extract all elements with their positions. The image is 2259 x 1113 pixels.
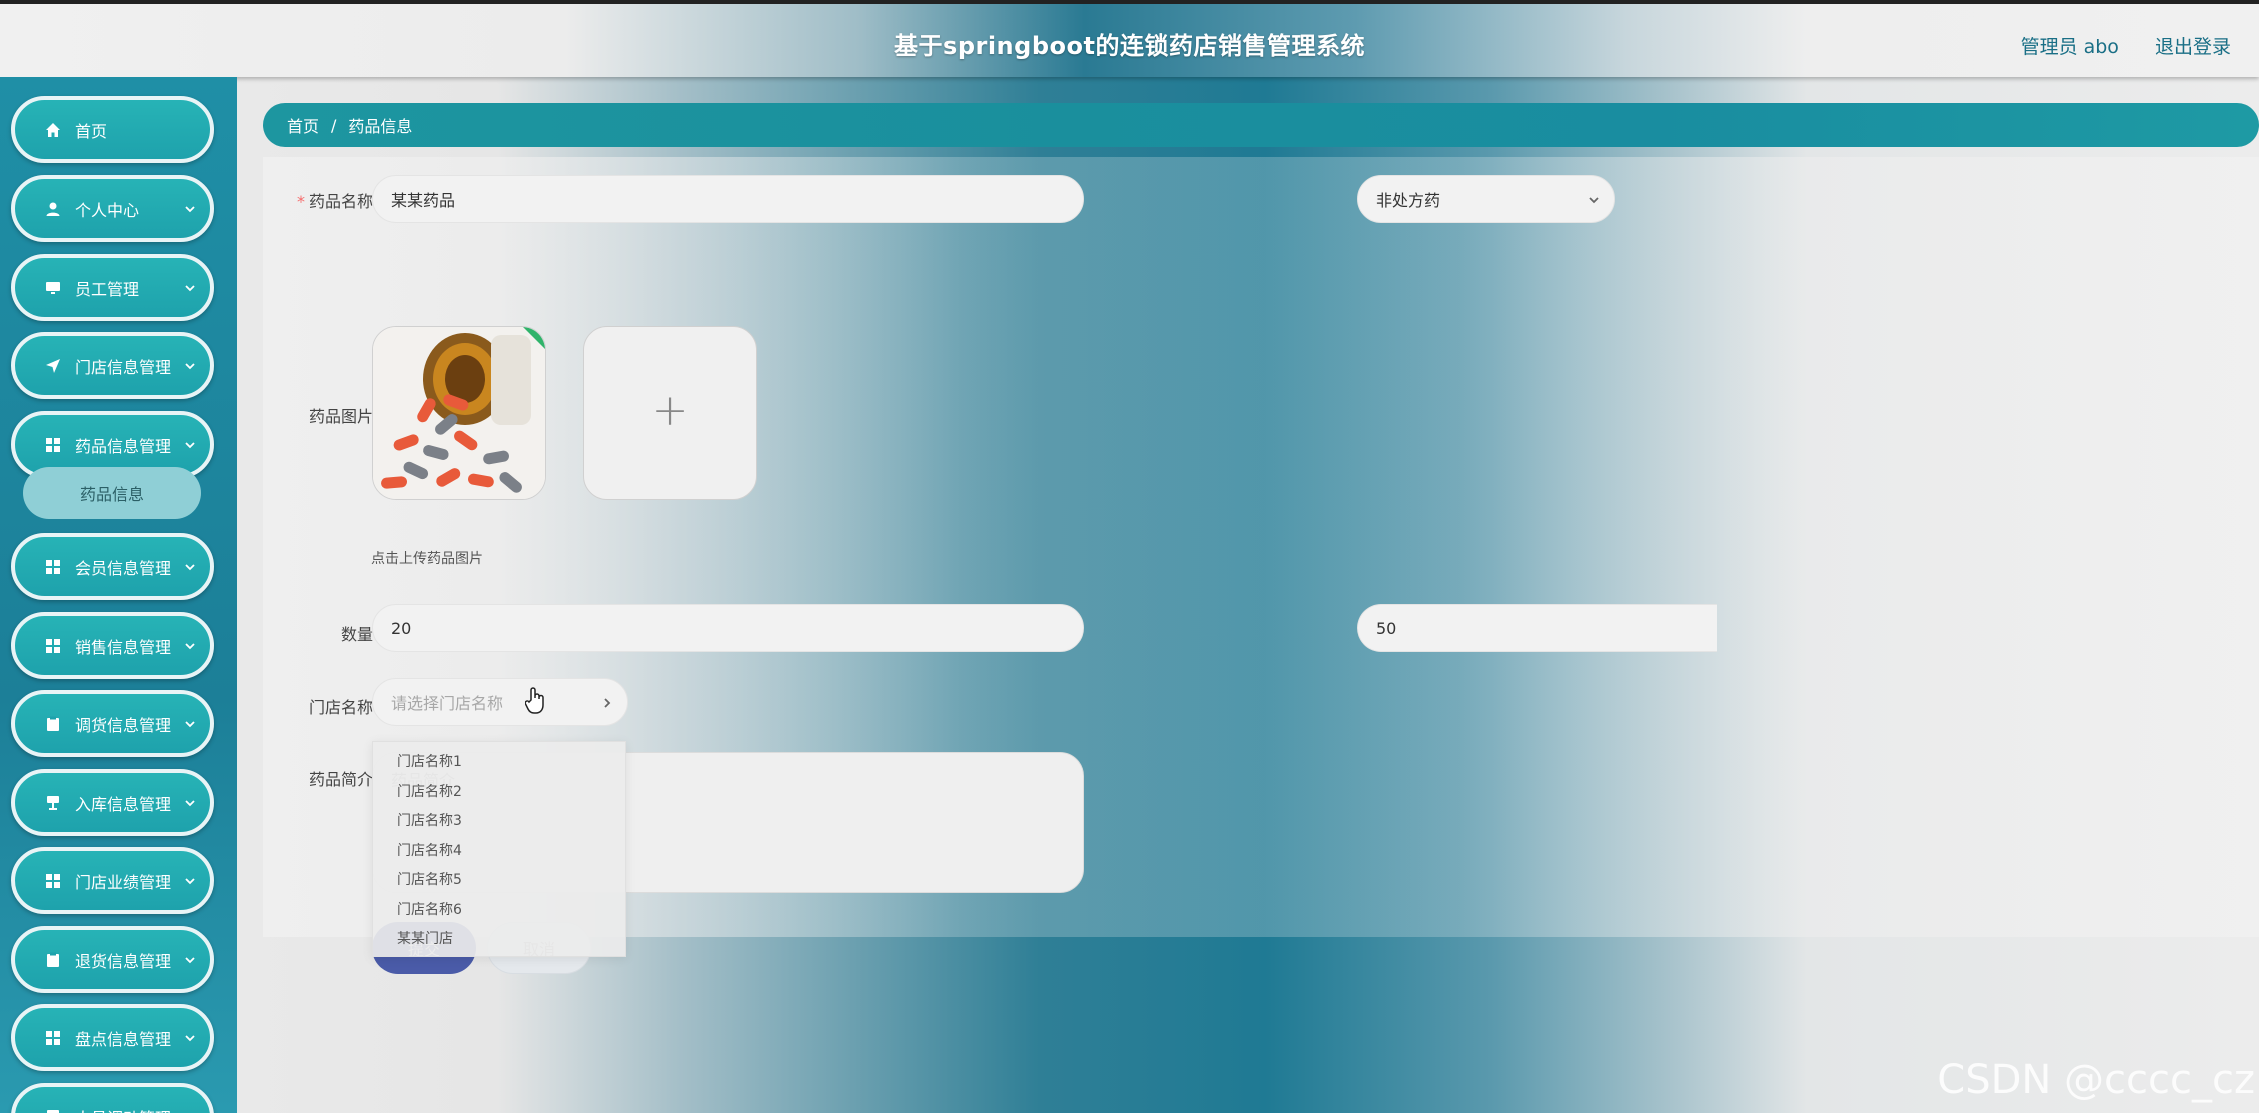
clipboard-icon — [47, 716, 59, 731]
type-select-value: 非处方药 — [1376, 191, 1441, 210]
sidebar-item-label: 盘点信息管理 — [75, 1029, 172, 1049]
sidebar-item-staff[interactable]: 员工管理 — [11, 254, 214, 321]
store-option[interactable]: 门店名称1 — [373, 748, 625, 778]
grid-icon — [46, 437, 60, 452]
sidebar-item-stock-in[interactable]: 入库信息管理 — [11, 769, 214, 836]
user-area: 管理员 abo 退出登录 — [1991, 32, 2231, 59]
store-select-placeholder: 请选择门店名称 — [391, 694, 504, 713]
store-option[interactable]: 门店名称6 — [373, 896, 625, 926]
quantity-input[interactable]: 20 — [372, 604, 1084, 652]
send-icon — [46, 358, 60, 373]
user-icon — [46, 202, 60, 216]
current-user[interactable]: 管理员 abo — [2021, 36, 2119, 58]
store-option[interactable]: 门店名称5 — [373, 866, 625, 896]
drug-form: *药品名称 某某药品 类型 非处方药 药品图片 — [263, 157, 2259, 974]
breadcrumb-separator: / — [331, 115, 337, 135]
sidebar-item-label: 首页 — [75, 121, 108, 141]
monitor-icon — [46, 281, 60, 294]
chevron-down-icon — [185, 564, 195, 571]
store-dropdown: 门店名称1 门店名称2 门店名称3 门店名称4 门店名称5 门店名称6 某某门店 — [372, 741, 626, 957]
store-option[interactable]: 门店名称3 — [373, 807, 625, 837]
grid-icon — [46, 873, 60, 888]
stand-icon — [47, 795, 59, 810]
sidebar-item-sales-info[interactable]: 销售信息管理 — [11, 612, 214, 679]
sidebar-item-returns[interactable]: 退货信息管理 — [11, 926, 214, 993]
store-option[interactable]: 门店名称4 — [373, 837, 625, 867]
submenu-item-drug-info[interactable]: 药品信息 — [23, 467, 201, 519]
chevron-down-icon — [185, 206, 195, 213]
chevron-down-icon — [1589, 197, 1599, 204]
store-label: 门店名称 — [308, 698, 373, 717]
sidebar-item-label: 药品信息管理 — [75, 436, 172, 456]
chevron-down-icon — [185, 285, 195, 292]
sidebar-item-home[interactable]: 首页 — [11, 96, 214, 163]
stand-icon — [47, 1109, 59, 1113]
grid-icon — [46, 638, 60, 653]
logout-link[interactable]: 退出登录 — [2155, 36, 2231, 58]
sidebar-item-member-info[interactable]: 会员信息管理 — [11, 533, 214, 600]
sidebar: 首页 个人中心 员工管理 门店信息管理 药品信息管理 药品信息 会员信息管理 销… — [0, 77, 237, 1113]
chevron-down-icon — [185, 878, 195, 885]
chevron-down-icon — [185, 1035, 195, 1042]
sidebar-item-label: 员工管理 — [75, 279, 140, 299]
upload-tip: 点击上传药品图片 — [371, 551, 483, 567]
grid-icon — [46, 559, 60, 574]
sidebar-item-label: 个人中心 — [75, 200, 140, 220]
sidebar-item-label: 调货信息管理 — [75, 715, 172, 735]
sidebar-item-personal-center[interactable]: 个人中心 — [11, 175, 214, 242]
watermark: CSDN @cccc_cz — [1937, 1057, 2255, 1103]
breadcrumb-current: 药品信息 — [348, 117, 413, 136]
sidebar-item-store-performance[interactable]: 门店业绩管理 — [11, 847, 214, 914]
sidebar-item-label: 门店业绩管理 — [75, 872, 172, 892]
sidebar-item-inventory-check[interactable]: 盘点信息管理 — [11, 1004, 214, 1071]
clipboard-icon — [47, 952, 59, 967]
upload-button[interactable]: + — [583, 326, 757, 500]
store-option[interactable]: 某某门店 — [373, 925, 625, 955]
chevron-down-icon — [185, 643, 195, 650]
type-select[interactable]: 非处方药 — [1357, 175, 1615, 223]
grid-icon — [46, 1030, 60, 1045]
store-select[interactable]: 请选择门店名称 — [372, 678, 628, 726]
chevron-right-icon — [604, 698, 611, 708]
chevron-down-icon — [185, 721, 195, 728]
home-icon — [46, 122, 60, 137]
store-option[interactable]: 门店名称2 — [373, 778, 625, 808]
hand-cursor-icon — [525, 687, 544, 714]
sidebar-item-label: 门店信息管理 — [75, 357, 172, 377]
sidebar-item-staff-transfer[interactable]: 人员调动管理 — [11, 1083, 214, 1113]
pill-bottle-image — [373, 327, 545, 499]
drug-image-thumbnail[interactable] — [372, 326, 546, 500]
drug-image-label: 药品图片 — [308, 407, 373, 426]
intro-label: 药品简介 — [308, 770, 373, 789]
drug-name-label: * 药品名称 — [296, 192, 373, 211]
sidebar-item-transfer-info[interactable]: 调货信息管理 — [11, 690, 214, 757]
chevron-down-icon — [185, 442, 195, 449]
breadcrumb-home[interactable]: 首页 — [287, 113, 319, 137]
breadcrumb: 首页 / 药品信息 — [263, 103, 2259, 147]
sidebar-item-label: 会员信息管理 — [75, 558, 172, 578]
chevron-down-icon — [185, 363, 195, 370]
app-title: 基于springboot的连锁药店销售管理系统 — [894, 32, 1365, 60]
price-input[interactable]: 50 — [1357, 604, 1717, 652]
sidebar-item-label: 退货信息管理 — [75, 951, 172, 971]
drug-name-input[interactable]: 某某药品 — [372, 175, 1084, 223]
sidebar-item-label: 销售信息管理 — [75, 637, 172, 657]
top-bar: 基于springboot的连锁药店销售管理系统 管理员 abo 退出登录 — [0, 0, 2259, 77]
sidebar-item-label: 入库信息管理 — [75, 794, 172, 814]
chevron-down-icon — [185, 957, 195, 964]
sidebar-item-label: 人员调动管理 — [75, 1105, 171, 1113]
chevron-down-icon — [185, 800, 195, 807]
main-content: 首页 / 药品信息 *药品名称 某某药品 类型 非处方药 药品图片 — [237, 77, 2259, 1113]
plus-icon: + — [651, 385, 689, 436]
quantity-label: 数量 — [340, 625, 373, 644]
sidebar-item-store-info[interactable]: 门店信息管理 — [11, 332, 214, 399]
